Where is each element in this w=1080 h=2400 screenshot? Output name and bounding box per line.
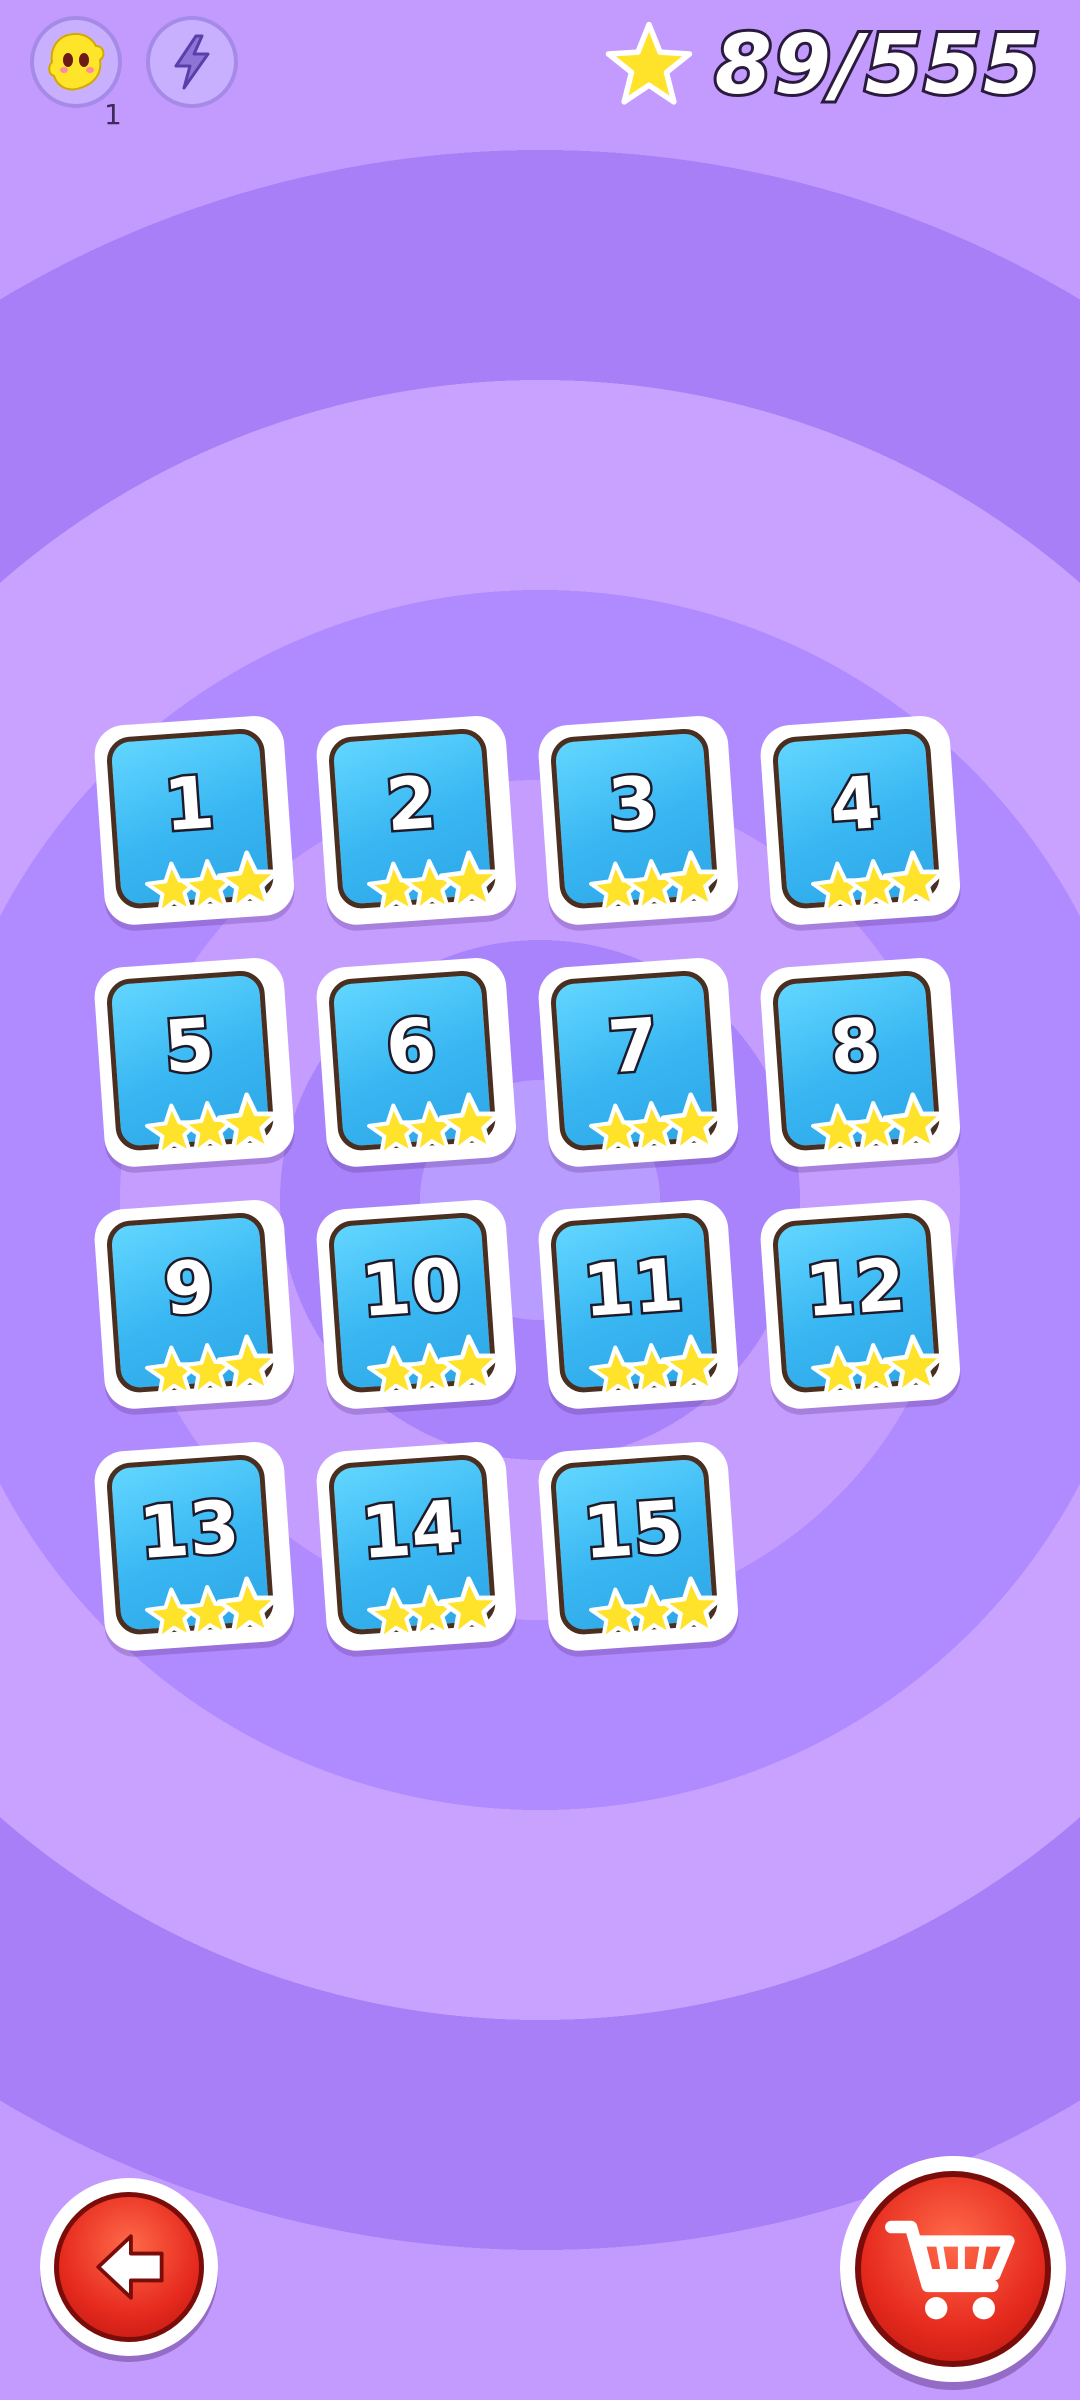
level-card-9[interactable]: 9	[92, 1197, 308, 1430]
star-icon	[605, 21, 693, 105]
level-card-6[interactable]: 6	[314, 955, 530, 1188]
star-icon	[438, 1334, 502, 1396]
level-stars	[364, 1575, 528, 1656]
level-card-4[interactable]: 4	[758, 713, 974, 946]
level-card-12[interactable]: 12	[758, 1197, 974, 1430]
level-stars	[142, 1091, 306, 1172]
star-icon	[216, 850, 280, 912]
level-stars	[808, 1091, 972, 1172]
level-stars	[364, 849, 528, 930]
level-number: 12	[800, 1240, 911, 1336]
level-number: 9	[159, 1242, 220, 1334]
level-number: 8	[825, 1000, 886, 1092]
star-icon	[216, 1092, 280, 1154]
level-number: 3	[603, 758, 664, 850]
level-card-14[interactable]: 14	[314, 1439, 530, 1672]
level-stars	[364, 1333, 528, 1414]
star-icon	[882, 850, 946, 912]
star-icon	[216, 1576, 280, 1638]
stars-collected-text: 89/555	[712, 15, 1043, 116]
level-card-11[interactable]: 11	[536, 1197, 752, 1430]
level-number: 15	[578, 1482, 689, 1578]
star-icon	[882, 1092, 946, 1154]
level-stars	[586, 1091, 750, 1172]
star-icon	[438, 1576, 502, 1638]
shop-button[interactable]	[840, 2156, 1066, 2382]
level-card-1[interactable]: 1	[92, 713, 308, 946]
level-number: 2	[381, 758, 442, 850]
boost-button[interactable]	[30, 16, 122, 108]
level-stars	[586, 1333, 750, 1414]
star-icon	[438, 1092, 502, 1154]
level-card-3[interactable]: 3	[536, 713, 752, 946]
level-number: 11	[578, 1240, 689, 1336]
lightning-icon	[174, 34, 210, 90]
star-icon	[438, 850, 502, 912]
star-icon	[882, 1334, 946, 1396]
level-card-13[interactable]: 13	[92, 1439, 308, 1672]
level-number: 4	[825, 758, 886, 850]
level-stars	[808, 1333, 972, 1414]
star-icon	[660, 1576, 724, 1638]
star-icon	[660, 1334, 724, 1396]
energy-button[interactable]	[146, 16, 238, 108]
level-stars	[142, 849, 306, 930]
arrow-left-icon	[96, 2234, 164, 2300]
level-number: 6	[381, 1000, 442, 1092]
star-icon	[660, 850, 724, 912]
level-number: 14	[356, 1482, 467, 1578]
level-stars	[808, 849, 972, 930]
star-icon	[660, 1092, 724, 1154]
shopping-cart-icon	[885, 2220, 1015, 2320]
level-card-7[interactable]: 7	[536, 955, 752, 1188]
level-number: 5	[159, 1000, 220, 1092]
level-stars	[142, 1575, 306, 1656]
star-icon	[216, 1334, 280, 1396]
level-stars	[364, 1091, 528, 1172]
level-card-2[interactable]: 2	[314, 713, 530, 946]
level-stars	[142, 1333, 306, 1414]
level-number: 10	[356, 1240, 467, 1336]
yellow-creature-icon	[48, 32, 105, 91]
back-button[interactable]	[40, 2178, 218, 2356]
level-number: 7	[603, 1000, 664, 1092]
level-card-10[interactable]: 10	[314, 1197, 530, 1430]
level-card-15[interactable]: 15	[536, 1439, 752, 1672]
level-number: 1	[159, 758, 220, 850]
level-stars	[586, 849, 750, 930]
level-stars	[586, 1575, 750, 1656]
level-card-8[interactable]: 8	[758, 955, 974, 1188]
level-number: 13	[134, 1482, 245, 1578]
level-grid: 1 2 3 4 5 6 7 8 9 10 11 12 13 14 15	[92, 713, 980, 1666]
boost-count: 1	[104, 98, 122, 131]
stars-counter: 89/555	[603, 10, 1043, 120]
level-card-5[interactable]: 5	[92, 955, 308, 1188]
